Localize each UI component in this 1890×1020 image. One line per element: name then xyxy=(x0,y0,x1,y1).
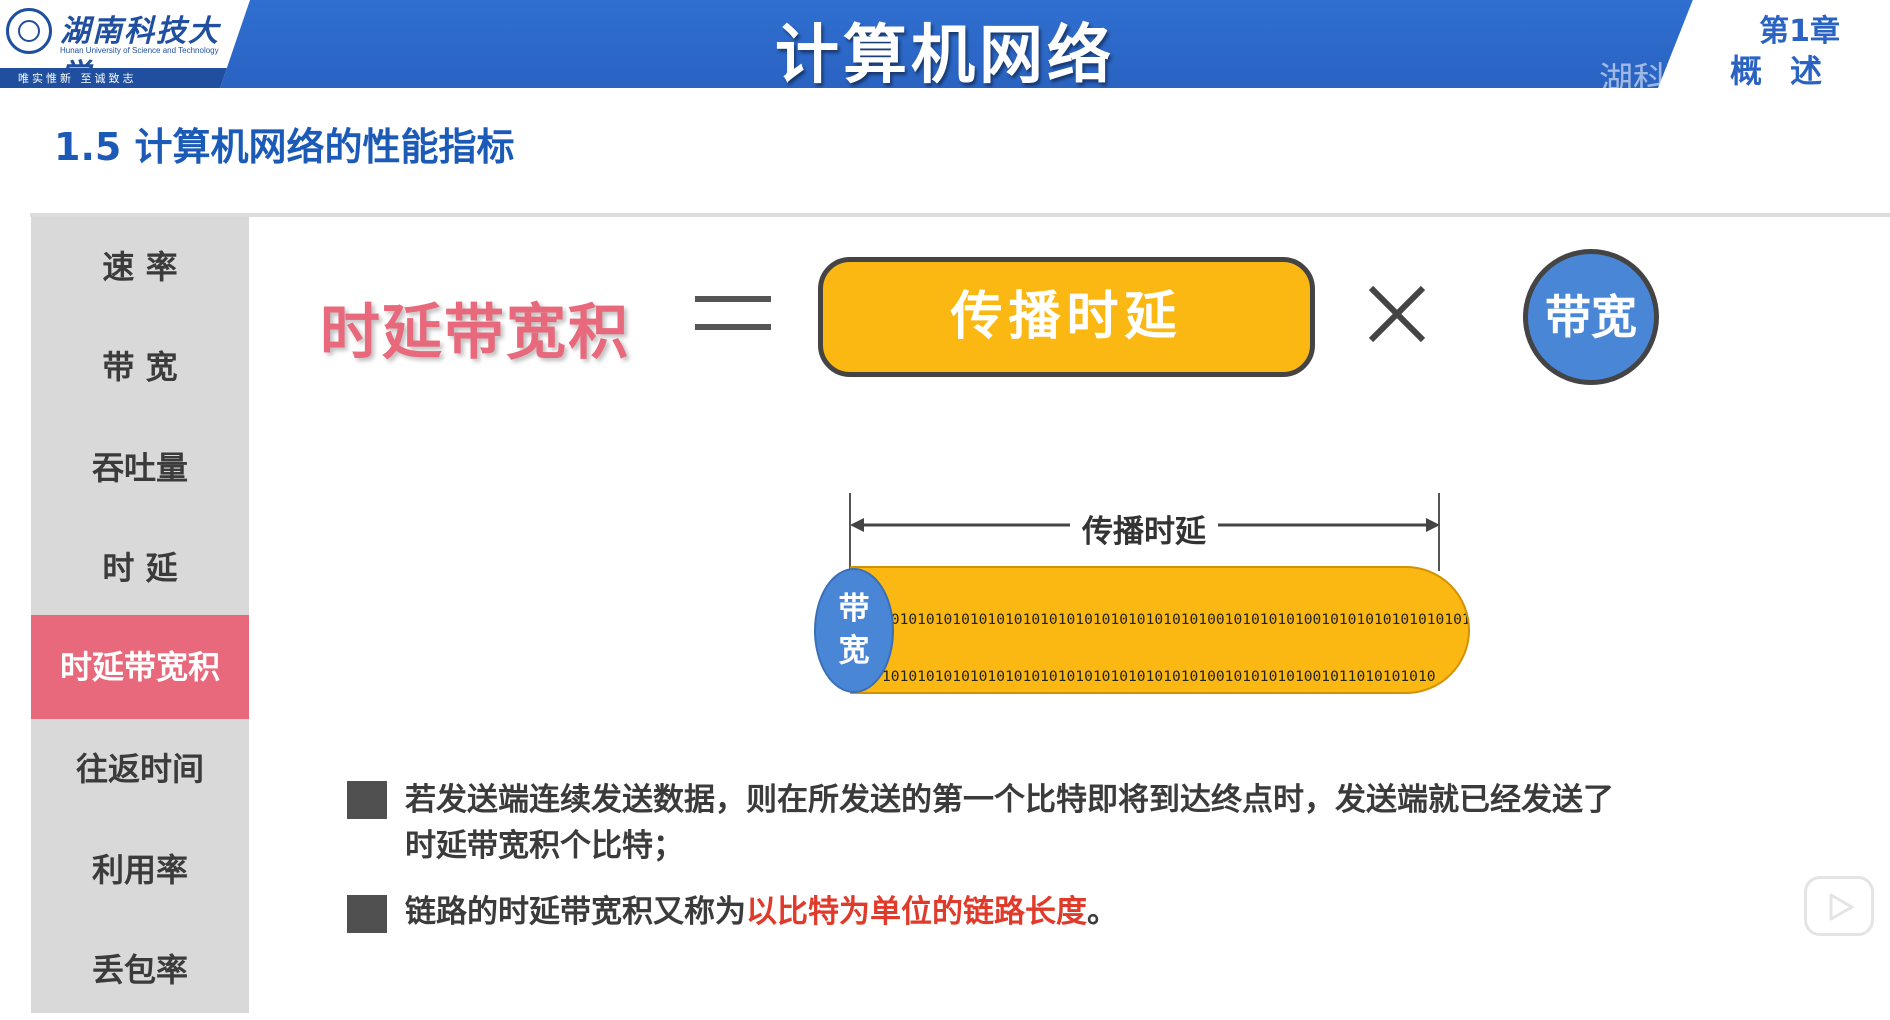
sidebar-item-rate[interactable]: 速 率 xyxy=(31,217,249,317)
sidebar-nav: 速 率 带 宽 吞吐量 时 延 时延带宽积 往返时间 利用率 丢包率 xyxy=(31,217,249,1013)
play-icon xyxy=(1829,893,1854,921)
bullet-2-suffix: 。 xyxy=(1087,894,1118,930)
chapter-name: 概述 xyxy=(1729,52,1850,88)
bandwidth-circle: 带宽 xyxy=(1523,249,1659,385)
bullet-2-highlight: 以比特为单位的链路长度 xyxy=(746,894,1087,930)
bullet-square-icon xyxy=(347,895,387,933)
formula-lhs: 时延带宽积 xyxy=(320,298,630,368)
sidebar-item-delay-bandwidth-product[interactable]: 时延带宽积 xyxy=(31,615,249,719)
sidebar-item-delay[interactable]: 时 延 xyxy=(31,518,249,618)
chapter-number: 第1章 xyxy=(1759,14,1840,49)
cap-label-line2: 宽 xyxy=(838,633,870,669)
pipe-bandwidth-cap: 带 宽 xyxy=(814,568,894,693)
sidebar-item-utilization[interactable]: 利用率 xyxy=(31,820,249,920)
play-button[interactable] xyxy=(1804,876,1874,936)
bit-stream: 1010101010101010101010101010101010101001… xyxy=(882,572,1470,692)
bullet-1-line2: 时延带宽积个比特； xyxy=(405,828,684,864)
propagation-delay-box: 传播时延 xyxy=(818,257,1315,377)
sidebar-item-packet-loss[interactable]: 丢包率 xyxy=(31,920,249,1020)
header-banner: 湖南科技大学 Hunan University of Science and T… xyxy=(0,0,1890,88)
cap-label-line1: 带 xyxy=(838,591,870,627)
bullet-1-line1: 若发送端连续发送数据，则在所发送的第一个比特即将到达终点时，发送端就已经发送了 xyxy=(405,782,1614,818)
bullet-2-prefix: 链路的时延带宽积又称为 xyxy=(405,894,746,930)
bullet-2-text: 链路的时延带宽积又称为以比特为单位的链路长度。 xyxy=(405,889,1118,935)
equals-icon xyxy=(695,296,771,330)
link-pipe: 1010101010101010101010101010101010101001… xyxy=(850,566,1470,694)
bit-row: 1010101010101010101010101010101010101001… xyxy=(882,668,1436,685)
sidebar-item-throughput[interactable]: 吞吐量 xyxy=(31,418,249,518)
multiply-icon xyxy=(1368,285,1426,343)
dimension-label: 传播时延 xyxy=(1070,506,1218,551)
bullet-square-icon xyxy=(347,781,387,819)
chapter-plate: 第1章 概述 xyxy=(1658,0,1890,88)
bullet-1-text: 若发送端连续发送数据，则在所发送的第一个比特即将到达终点时，发送端就已经发送了 … xyxy=(405,777,1614,869)
section-title: 1.5 计算机网络的性能指标 xyxy=(54,125,515,169)
sidebar-item-round-trip-time[interactable]: 往返时间 xyxy=(31,719,249,819)
bit-row: 1010101010101010101010101010101010101001… xyxy=(882,611,1470,628)
sidebar-item-bandwidth[interactable]: 带 宽 xyxy=(31,317,249,417)
